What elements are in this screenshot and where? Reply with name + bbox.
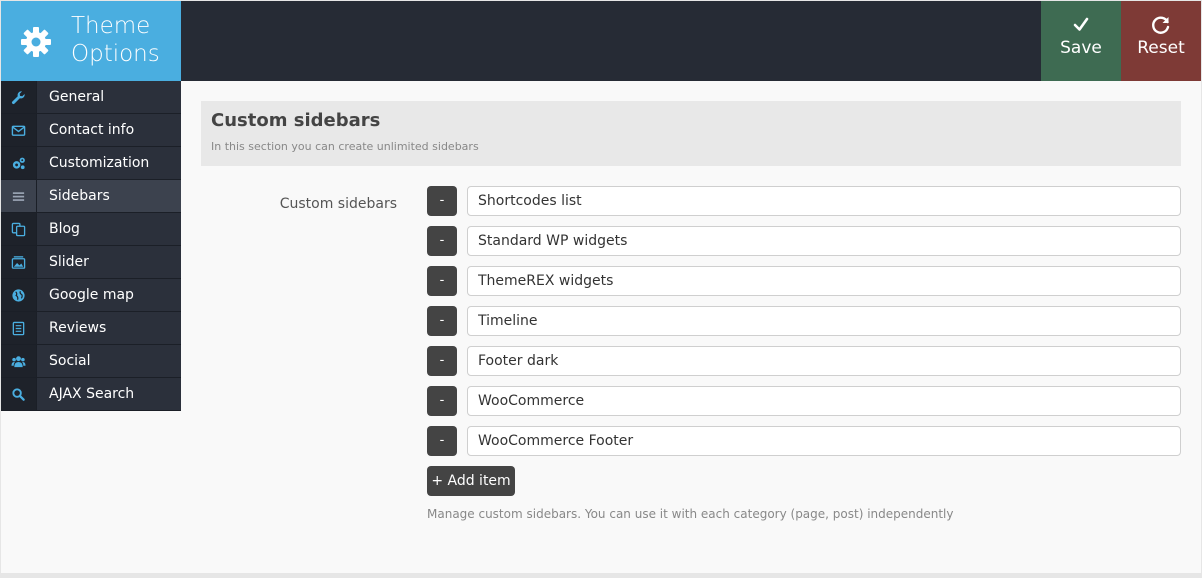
wrench-icon — [11, 90, 25, 104]
list-item: - — [427, 266, 1181, 296]
section-header: Custom sidebars In this section you can … — [201, 101, 1181, 166]
theme-options-panel: Theme Options Save Reset General Contact… — [1, 1, 1201, 573]
sidebar-name-input[interactable] — [467, 306, 1181, 336]
sidebar-item-label: Slider — [49, 254, 89, 270]
list-icon — [12, 191, 25, 201]
envelope-icon — [11, 125, 26, 136]
sidebar-item-label: Social — [49, 353, 91, 369]
gear-icon — [21, 27, 51, 57]
remove-item-button[interactable]: - — [427, 226, 457, 256]
sidebar-nav: General Contact info Customization Sideb… — [1, 81, 181, 411]
document-icon — [12, 321, 25, 335]
save-button-label: Save — [1060, 38, 1102, 58]
top-bar: Theme Options Save Reset — [1, 1, 1201, 81]
sidebar-item-reviews[interactable]: Reviews — [1, 312, 181, 345]
gears-icon — [12, 157, 25, 169]
sidebar-item-slider[interactable]: Slider — [1, 246, 181, 279]
sidebar-item-ajax-search[interactable]: AJAX Search — [1, 378, 181, 411]
sidebar-name-input[interactable] — [467, 346, 1181, 376]
remove-item-button[interactable]: - — [427, 346, 457, 376]
sidebar-item-label: Reviews — [49, 320, 107, 336]
remove-item-button[interactable]: - — [427, 186, 457, 216]
sidebar-item-label: Contact info — [49, 122, 135, 138]
globe-icon — [12, 288, 25, 302]
sidebar-item-google-map[interactable]: Google map — [1, 279, 181, 312]
refresh-icon — [1152, 16, 1170, 34]
sidebar-item-contact-info[interactable]: Contact info — [1, 114, 181, 147]
sidebar-name-input[interactable] — [467, 186, 1181, 216]
sidebar-item-social[interactable]: Social — [1, 345, 181, 378]
section-title: Custom sidebars — [211, 110, 381, 131]
sidebar-item-label: Customization — [49, 155, 150, 171]
copy-icon — [11, 222, 26, 236]
list-item: - — [427, 226, 1181, 256]
list-item: - — [427, 306, 1181, 336]
checkmark-icon — [1073, 17, 1089, 31]
remove-item-button[interactable]: - — [427, 386, 457, 416]
sidebar-name-input[interactable] — [467, 386, 1181, 416]
sidebar-item-label: General — [49, 89, 105, 105]
sidebar-list: - - - - - - - — [427, 186, 1181, 466]
brand: Theme Options — [1, 1, 181, 81]
sidebar-item-label: Blog — [49, 221, 80, 237]
field-hint: Manage custom sidebars. You can use it w… — [427, 507, 954, 521]
users-icon — [11, 355, 26, 367]
sidebar-item-blog[interactable]: Blog — [1, 213, 181, 246]
remove-item-button[interactable]: - — [427, 266, 457, 296]
remove-item-button[interactable]: - — [427, 306, 457, 336]
list-item: - — [427, 186, 1181, 216]
list-item: - — [427, 386, 1181, 416]
search-icon — [12, 387, 25, 401]
image-icon — [11, 255, 26, 269]
sidebar-item-sidebars[interactable]: Sidebars — [1, 180, 181, 213]
reset-button[interactable]: Reset — [1121, 1, 1201, 81]
sidebar-name-input[interactable] — [467, 426, 1181, 456]
sidebar-name-input[interactable] — [467, 226, 1181, 256]
remove-item-button[interactable]: - — [427, 426, 457, 456]
add-item-button[interactable]: + Add item — [427, 466, 515, 496]
section-description: In this section you can create unlimited… — [211, 140, 479, 153]
sidebar-item-label: AJAX Search — [49, 386, 135, 402]
sidebar-name-input[interactable] — [467, 266, 1181, 296]
sidebar-item-label: Sidebars — [49, 188, 110, 204]
sidebar-item-general[interactable]: General — [1, 81, 181, 114]
list-item: - — [427, 426, 1181, 456]
list-item: - — [427, 346, 1181, 376]
save-button[interactable]: Save — [1041, 1, 1121, 81]
brand-title: Theme Options — [71, 13, 160, 67]
sidebar-item-label: Google map — [49, 287, 134, 303]
field-label: Custom sidebars — [279, 196, 397, 212]
sidebar-item-customization[interactable]: Customization — [1, 147, 181, 180]
reset-button-label: Reset — [1137, 38, 1185, 58]
